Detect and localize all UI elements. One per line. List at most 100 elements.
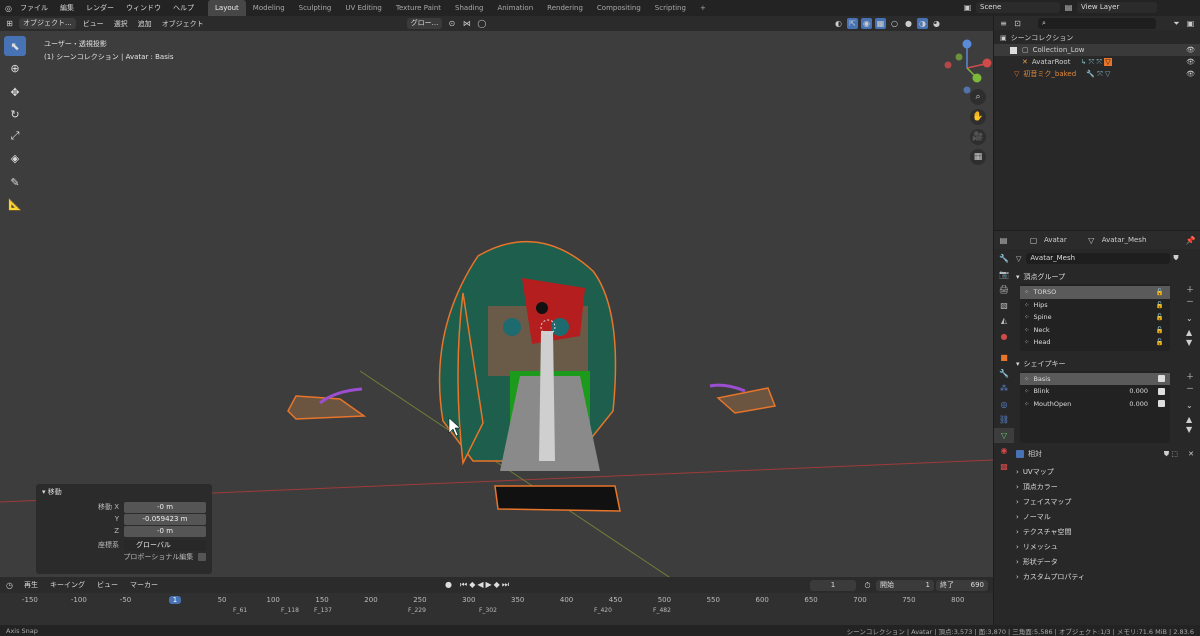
panel-header[interactable]: › 頂点カラー xyxy=(1016,480,1198,495)
timeline-marker[interactable]: F_420 xyxy=(594,607,612,614)
annotate-tool-icon[interactable]: ✎ xyxy=(4,172,26,192)
stopwatch-icon[interactable]: ⏱ xyxy=(862,580,873,591)
shape-key-value[interactable]: 0.000 xyxy=(1129,400,1148,408)
filter-icon[interactable]: ⏷ xyxy=(1171,18,1182,29)
timeline-view-menu[interactable]: ビュー xyxy=(94,580,121,590)
gizmo-toggle-icon[interactable]: ⇱ xyxy=(847,18,858,29)
menu-file[interactable]: ファイル xyxy=(14,0,54,16)
mode-selector[interactable]: オブジェクト... xyxy=(19,18,76,29)
outliner-row-avatarroot[interactable]: ✕ AvatarRoot ↳ ⤧ ⤧ ▽ 👁 xyxy=(994,56,1200,68)
prev-key-icon[interactable]: ◆ xyxy=(469,580,475,590)
scene-selector[interactable]: Scene xyxy=(976,2,1060,13)
current-frame-field[interactable]: 1 xyxy=(810,579,856,591)
orientation-selector[interactable]: グロー... xyxy=(406,18,443,29)
end-frame-field[interactable]: 終了 690 xyxy=(936,579,988,591)
object-menu[interactable]: オブジェクト xyxy=(159,19,207,29)
shape-key-value[interactable]: 0.000 xyxy=(1129,387,1148,395)
physics-tab-icon[interactable]: ◎ xyxy=(994,397,1014,413)
constraints-tab-icon[interactable]: ⛓ xyxy=(994,412,1014,428)
tab-layout[interactable]: Layout xyxy=(208,0,246,16)
material-shading-icon[interactable]: ◑ xyxy=(917,18,928,29)
shape-key-item[interactable]: ⁘ Basis xyxy=(1020,372,1170,385)
eye-icon[interactable]: 👁 xyxy=(1186,70,1195,78)
orientation-dropdown[interactable]: グローバル xyxy=(124,539,206,551)
particles-tab-icon[interactable]: ⁂ xyxy=(994,381,1014,397)
scene-tab-icon[interactable]: ◭ xyxy=(994,313,1014,329)
solid-shading-icon[interactable]: ● xyxy=(903,18,914,29)
outliner-editor-icon[interactable]: ≡ xyxy=(998,18,1009,29)
eye-icon[interactable]: 👁 xyxy=(1186,58,1195,66)
rendered-shading-icon[interactable]: ◕ xyxy=(931,18,942,29)
lock-icon[interactable]: 🔓 xyxy=(1156,313,1164,321)
world-tab-icon[interactable]: ● xyxy=(994,329,1014,345)
timeline-marker[interactable]: F_61 xyxy=(233,607,247,614)
shape-key-mute-checkbox[interactable] xyxy=(1158,375,1165,383)
lock-icon[interactable]: 🔓 xyxy=(1156,301,1164,309)
output-tab-icon[interactable]: 🖨 xyxy=(994,282,1014,298)
move-tool-icon[interactable]: ✥ xyxy=(4,82,26,102)
move-down-icon[interactable]: ▼ xyxy=(1186,338,1194,347)
snap-icon[interactable]: ⋈ xyxy=(461,18,472,29)
camera-view-icon[interactable]: 🎥 xyxy=(970,129,986,145)
move-y-field[interactable]: -0.059423 m xyxy=(124,513,206,525)
add-workspace-icon[interactable]: + xyxy=(693,0,713,16)
view-layer-selector[interactable]: View Layer xyxy=(1077,2,1157,13)
panel-header[interactable]: › ノーマル xyxy=(1016,510,1198,525)
tab-rendering[interactable]: Rendering xyxy=(540,0,590,16)
wireframe-shading-icon[interactable]: ○ xyxy=(889,18,900,29)
timeline-marker[interactable]: F_229 xyxy=(408,607,426,614)
xray-icon[interactable]: ▦ xyxy=(875,18,886,29)
view-menu[interactable]: ビュー xyxy=(80,19,107,29)
tab-compositing[interactable]: Compositing xyxy=(590,0,648,16)
visibility-icon[interactable]: ◐ xyxy=(833,18,844,29)
next-key-icon[interactable]: ◆ xyxy=(494,580,500,590)
select-menu[interactable]: 選択 xyxy=(111,19,131,29)
add-menu[interactable]: 追加 xyxy=(135,19,155,29)
measure-tool-icon[interactable]: 📐 xyxy=(4,194,26,214)
mesh-name-field[interactable]: Avatar_Mesh xyxy=(1026,253,1171,264)
move-up-icon[interactable]: ▲ xyxy=(1186,415,1194,424)
play-reverse-icon[interactable]: ◀ xyxy=(477,580,483,590)
tool-tab-icon[interactable]: 🔧 xyxy=(994,251,1014,267)
view-layer-icon[interactable]: ▤ xyxy=(1063,2,1074,13)
vertex-group-specials-icon[interactable]: ⌄ xyxy=(1186,314,1194,323)
menu-window[interactable]: ウィンドウ xyxy=(120,0,167,16)
record-icon[interactable]: ● xyxy=(445,580,452,590)
relative-checkbox[interactable] xyxy=(1016,450,1024,458)
tab-sculpting[interactable]: Sculpting xyxy=(292,0,339,16)
timeline-marker[interactable]: F_302 xyxy=(479,607,497,614)
outliner-root[interactable]: ▣ シーンコレクション xyxy=(994,32,1200,44)
vertex-group-item[interactable]: ⁘ Hips 🔓 xyxy=(1020,299,1170,312)
timeline-marker[interactable]: F_482 xyxy=(653,607,671,614)
move-x-field[interactable]: -0 m xyxy=(124,501,206,513)
pan-hand-icon[interactable]: ✋ xyxy=(970,109,986,125)
blender-logo-icon[interactable]: ◎ xyxy=(3,3,14,14)
shape-key-item[interactable]: ⁘ MouthOpen 0.000 xyxy=(1020,398,1170,411)
tab-texture-paint[interactable]: Texture Paint xyxy=(389,0,448,16)
fake-user-icon[interactable]: ⛊ xyxy=(1173,254,1178,263)
object-tab-icon[interactable]: ■ xyxy=(994,350,1014,366)
panel-header[interactable]: › フェイスマップ xyxy=(1016,495,1198,510)
vertex-groups-list[interactable]: ⁘ TORSO 🔓 ⁘ Hips 🔓 ⁘ Spine 🔓 ⁘ Neck 🔓 ⁘ Head 🔓 xyxy=(1020,284,1170,351)
tab-modeling[interactable]: Modeling xyxy=(246,0,292,16)
lock-icon[interactable]: 🔓 xyxy=(1156,338,1164,346)
outliner-row-baked-mesh[interactable]: ▽ 初音ミク_baked 🔧 ⤧ ▽ 👁 xyxy=(994,68,1200,80)
menu-help[interactable]: ヘルプ xyxy=(167,0,200,16)
transform-tool-icon[interactable]: ◈ xyxy=(4,148,26,168)
add-shape-key-icon[interactable]: ＋ xyxy=(1186,371,1194,382)
lock-icon[interactable]: 🔓 xyxy=(1156,326,1164,334)
proportional-edit-icon[interactable]: ◯ xyxy=(476,18,487,29)
cursor-tool-icon[interactable]: ⊕ xyxy=(4,58,26,78)
select-box-icon[interactable]: ⬉ xyxy=(4,36,26,56)
move-z-field[interactable]: -0 m xyxy=(124,525,206,537)
timeline[interactable]: -150 -100 -50 1 50 100 150 200 250 300 350 400 450 50… xyxy=(0,593,993,625)
keying-menu[interactable]: キーイング xyxy=(47,580,88,590)
zoom-icon[interactable]: ⌕ xyxy=(970,89,986,105)
vertex-group-item[interactable]: ⁘ Spine 🔓 xyxy=(1020,311,1170,324)
panel-header[interactable]: › UVマップ xyxy=(1016,465,1198,480)
start-frame-field[interactable]: 開始 1 xyxy=(876,579,934,591)
render-tab-icon[interactable]: 📷 xyxy=(994,267,1014,283)
material-tab-icon[interactable]: ◉ xyxy=(994,443,1014,459)
vertex-group-item[interactable]: ⁘ Head 🔓 xyxy=(1020,336,1170,349)
eye-icon[interactable]: 👁 xyxy=(1186,46,1195,54)
